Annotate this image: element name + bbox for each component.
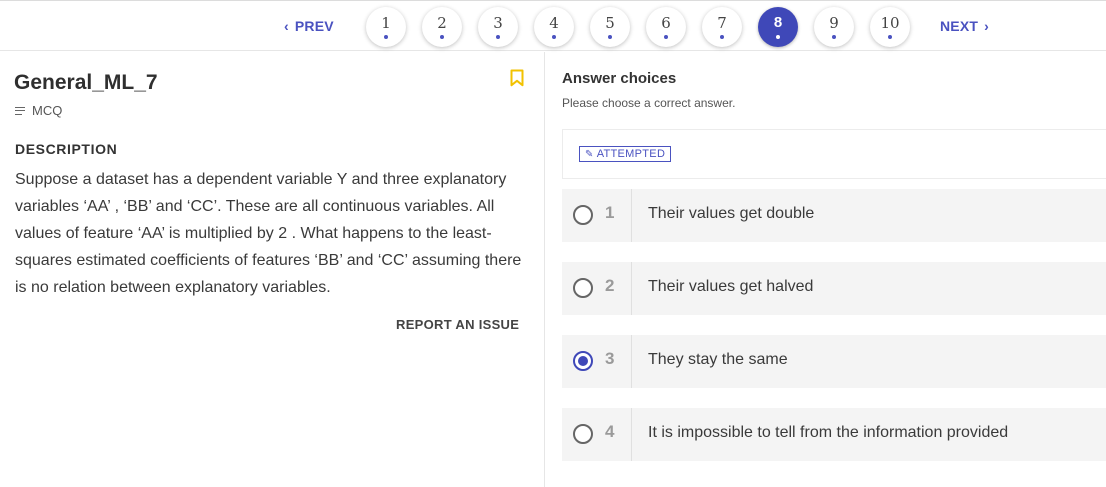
page-number: 3 [493, 14, 503, 32]
chevron-right-icon: › [984, 18, 990, 34]
divider [631, 262, 632, 315]
page-number: 10 [880, 14, 900, 32]
choice-number: 4 [605, 422, 615, 441]
choice-text: Their values get double [648, 205, 815, 222]
question-type: MCQ [15, 103, 62, 118]
page-status-dot [608, 35, 612, 39]
page-status-dot [384, 35, 388, 39]
description-text: Suppose a dataset has a dependent variab… [15, 171, 522, 296]
page-button-2[interactable]: 2 [422, 7, 462, 47]
pencil-icon: ✎ [585, 148, 594, 160]
answers-title: Answer choices [562, 70, 677, 87]
question-type-label: MCQ [32, 103, 63, 118]
divider [631, 335, 632, 388]
page-number: 7 [717, 14, 727, 32]
radio-button[interactable] [573, 205, 593, 225]
radio-button[interactable] [573, 278, 593, 298]
divider [631, 189, 632, 242]
radio-button[interactable] [573, 424, 593, 444]
page-button-7[interactable]: 7 [702, 7, 742, 47]
choice-number: 2 [605, 276, 615, 295]
page-status-dot [552, 35, 556, 39]
answers-panel: Answer choices Please choose a correct a… [546, 52, 1106, 487]
answer-choice-3[interactable]: 3 They stay the same [562, 335, 1106, 388]
page-number: 5 [605, 14, 615, 32]
next-label: NEXT [940, 18, 979, 34]
prev-label: PREV [294, 18, 334, 34]
answer-choice-1[interactable]: 1 Their values get double [562, 189, 1106, 242]
status-badge-label: ATTEMPTED [596, 148, 666, 160]
page-button-4[interactable]: 4 [534, 7, 574, 47]
question-title: General_ML_7 [14, 71, 158, 94]
page-button-8-current[interactable]: 8 [758, 7, 798, 47]
page-button-1[interactable]: 1 [366, 7, 406, 47]
page-button-3[interactable]: 3 [478, 7, 518, 47]
pagination-bar: ‹ PREV 1 2 3 4 5 6 7 8 9 10 NEXT › [0, 0, 1106, 51]
page-status-dot [496, 35, 500, 39]
divider [631, 408, 632, 461]
page-status-dot [440, 35, 444, 39]
page-button-6[interactable]: 6 [646, 7, 686, 47]
bookmark-icon[interactable] [510, 69, 524, 87]
page-number: 4 [549, 14, 559, 32]
page-status-dot [888, 35, 892, 39]
report-issue-link[interactable]: REPORT AN ISSUE [396, 317, 519, 332]
description-heading: DESCRIPTION [15, 141, 118, 157]
page-button-5[interactable]: 5 [590, 7, 630, 47]
answers-subtitle: Please choose a correct answer. [562, 96, 736, 110]
page-number: 6 [661, 14, 671, 32]
page-status-dot [776, 35, 780, 39]
page-button-10[interactable]: 10 [870, 7, 910, 47]
choice-text: It is impossible to tell from the inform… [648, 424, 1009, 441]
page-status-dot [664, 35, 668, 39]
question-panel: General_ML_7 MCQ DESCRIPTION Suppose a d… [0, 52, 545, 487]
chevron-left-icon: ‹ [284, 18, 289, 34]
radio-button-selected[interactable] [573, 351, 593, 371]
prev-button[interactable]: ‹ PREV [284, 18, 334, 34]
page-number: 1 [381, 14, 391, 32]
choice-number: 3 [605, 349, 615, 368]
answer-choice-2[interactable]: 2 Their values get halved [562, 262, 1106, 315]
list-icon [15, 106, 25, 115]
choice-text: Their values get halved [648, 278, 814, 295]
page-status-dot [832, 35, 836, 39]
page-button-9[interactable]: 9 [814, 7, 854, 47]
status-badge: ✎ ATTEMPTED [579, 146, 672, 162]
page-status-dot [720, 35, 724, 39]
answer-choice-4[interactable]: 4 It is impossible to tell from the info… [562, 408, 1106, 461]
next-button[interactable]: NEXT › [940, 18, 989, 34]
page-number: 9 [829, 14, 839, 32]
attempt-status-box: ✎ ATTEMPTED [562, 129, 1106, 179]
page-number: 2 [437, 14, 447, 32]
page-number: 8 [773, 14, 783, 31]
choice-text: They stay the same [648, 351, 788, 368]
choice-number: 1 [605, 203, 615, 222]
